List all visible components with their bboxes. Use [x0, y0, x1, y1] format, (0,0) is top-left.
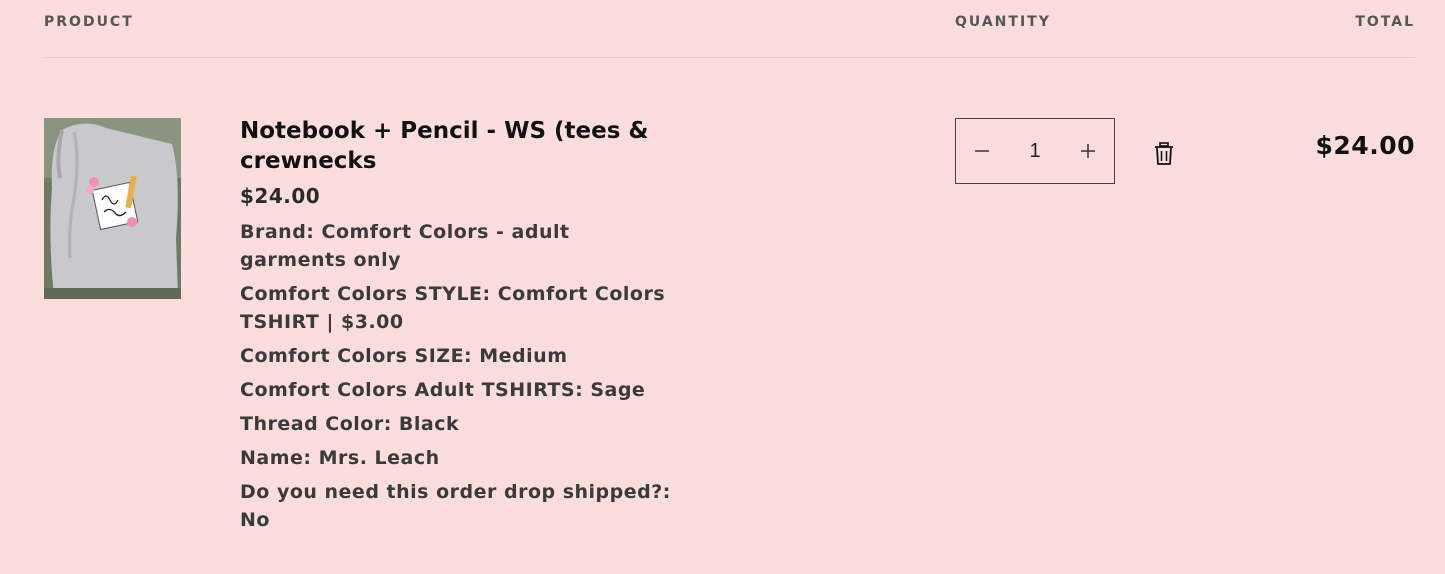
increase-quantity-button[interactable] [1062, 119, 1114, 183]
quantity-input[interactable]: 1 [1010, 140, 1060, 163]
product-column-header: PRODUCT [44, 14, 134, 30]
cart-table-header: PRODUCT QUANTITY TOTAL [0, 0, 1445, 58]
product-price: $24.00 [240, 184, 321, 208]
quantity-column-header: QUANTITY [955, 14, 1051, 30]
product-thumbnail[interactable] [44, 118, 181, 299]
product-title-link[interactable]: Notebook + Pencil - WS (tees & crewnecks [240, 116, 680, 176]
remove-item-button[interactable] [1152, 141, 1176, 167]
cart-item-details: Notebook + Pencil - WS (tees & crewnecks… [240, 116, 680, 540]
plus-icon [1081, 144, 1095, 158]
option-thread-color: Thread Color: Black [240, 413, 460, 435]
quantity-stepper: 1 [955, 118, 1115, 184]
option-size: Comfort Colors SIZE: Medium [240, 345, 568, 367]
decrease-quantity-button[interactable] [956, 119, 1008, 183]
minus-icon [975, 150, 989, 152]
line-item-total: $24.00 [1315, 131, 1415, 160]
trash-icon [1155, 142, 1173, 165]
option-style: Comfort Colors STYLE: Comfort Colors TSH… [240, 283, 666, 333]
option-color: Comfort Colors Adult TSHIRTS: Sage [240, 379, 646, 401]
option-drop-ship: Do you need this order drop shipped?: No [240, 481, 671, 531]
option-name: Name: Mrs. Leach [240, 447, 440, 469]
total-column-header: TOTAL [1355, 14, 1415, 30]
header-divider [44, 57, 1415, 58]
option-brand: Brand: Comfort Colors - adult garments o… [240, 221, 570, 271]
